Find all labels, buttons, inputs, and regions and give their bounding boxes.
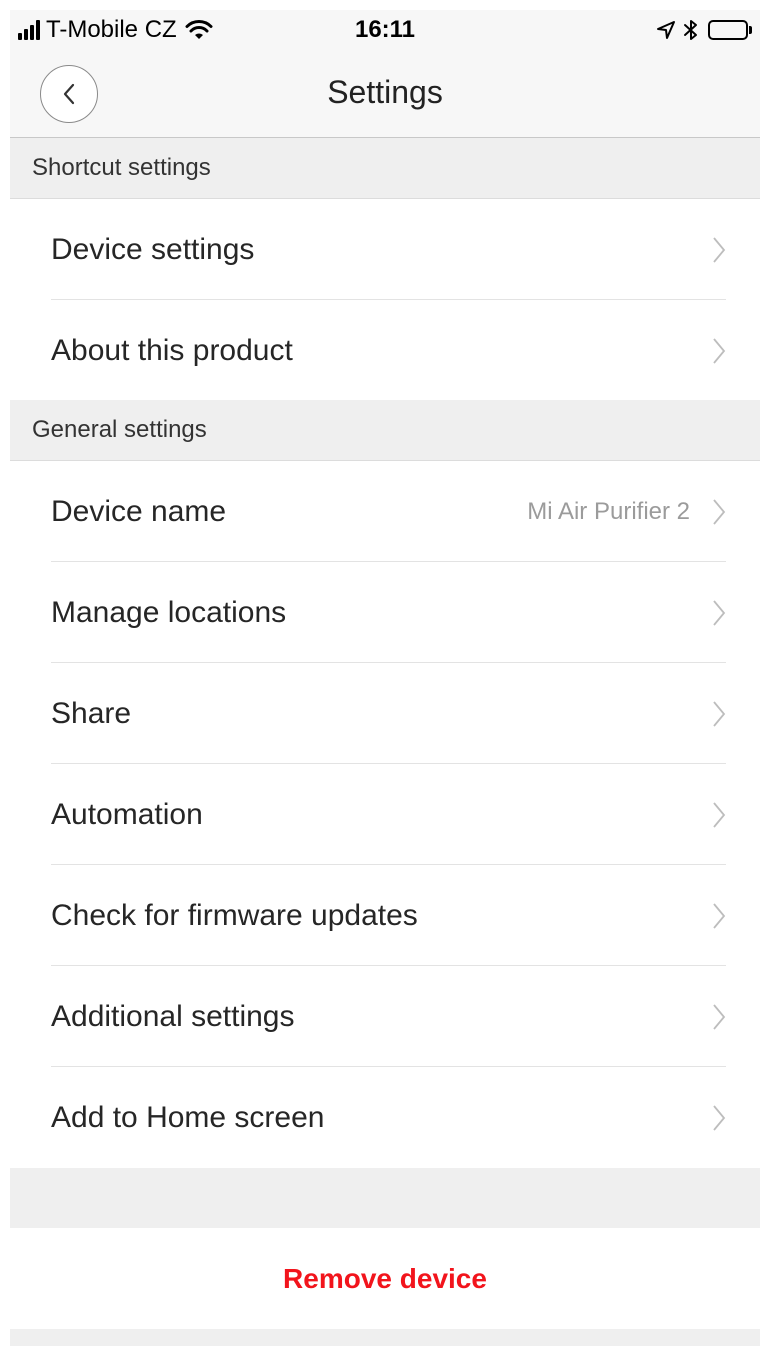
- chevron-right-icon: [713, 338, 726, 364]
- status-right: [656, 16, 752, 44]
- list-item-manage-locations[interactable]: Manage locations: [10, 562, 760, 663]
- remove-device-button[interactable]: Remove device: [10, 1228, 760, 1329]
- chevron-right-icon: [713, 499, 726, 525]
- section-header-general: General settings: [10, 400, 760, 461]
- list-item-label: Add to Home screen: [51, 1101, 325, 1134]
- chevron-right-icon: [713, 903, 726, 929]
- list-item-label: Device name: [51, 495, 227, 528]
- chevron-right-icon: [713, 1105, 726, 1131]
- list-item-label: Device settings: [51, 233, 255, 266]
- chevron-right-icon: [713, 701, 726, 727]
- list-item-label: Automation: [51, 798, 203, 831]
- nav-bar: Settings: [10, 50, 760, 138]
- location-arrow-icon: [657, 21, 675, 39]
- status-bar: T-Mobile CZ 16:11: [10, 10, 760, 50]
- chevron-right-icon: [713, 1004, 726, 1030]
- section-header-shortcut: Shortcut settings: [10, 138, 760, 199]
- page-title: Settings: [327, 74, 443, 110]
- device-name-value: Mi Air Purifier 2: [527, 498, 690, 525]
- list-item-label: About this product: [51, 334, 293, 367]
- section-gap: [10, 1168, 760, 1228]
- chevron-right-icon: [713, 600, 726, 626]
- list-item-device-name[interactable]: Device name Mi Air Purifier 2: [10, 461, 760, 562]
- list-item-label: Manage locations: [51, 596, 287, 629]
- list-item-label: Additional settings: [51, 1000, 295, 1033]
- remove-device-area: Remove device: [10, 1228, 760, 1329]
- status-time: 16:11: [354, 16, 416, 43]
- screen: T-Mobile CZ 16:11 Settings Shortcut sett…: [10, 10, 760, 1346]
- list-item-about-product[interactable]: About this product: [10, 300, 760, 401]
- list-item-automation[interactable]: Automation: [10, 764, 760, 865]
- bluetooth-icon: [684, 20, 697, 40]
- chevron-right-icon: [713, 802, 726, 828]
- list-item-label: Share: [51, 697, 132, 730]
- list-item-share[interactable]: Share: [10, 663, 760, 764]
- list-item-label: Check for firmware updates: [51, 899, 418, 932]
- battery-icon: [708, 20, 752, 40]
- list-item-firmware-updates[interactable]: Check for firmware updates: [10, 865, 760, 966]
- general-settings-list: Device name Mi Air Purifier 2 Manage loc…: [10, 461, 760, 1168]
- shortcut-settings-list: Device settings About this product: [10, 199, 760, 401]
- list-item-additional-settings[interactable]: Additional settings: [10, 966, 760, 1067]
- chevron-right-icon: [713, 237, 726, 263]
- bottom-gap: [10, 1329, 760, 1346]
- list-item-device-settings[interactable]: Device settings: [10, 199, 760, 300]
- list-item-add-home-screen[interactable]: Add to Home screen: [10, 1067, 760, 1168]
